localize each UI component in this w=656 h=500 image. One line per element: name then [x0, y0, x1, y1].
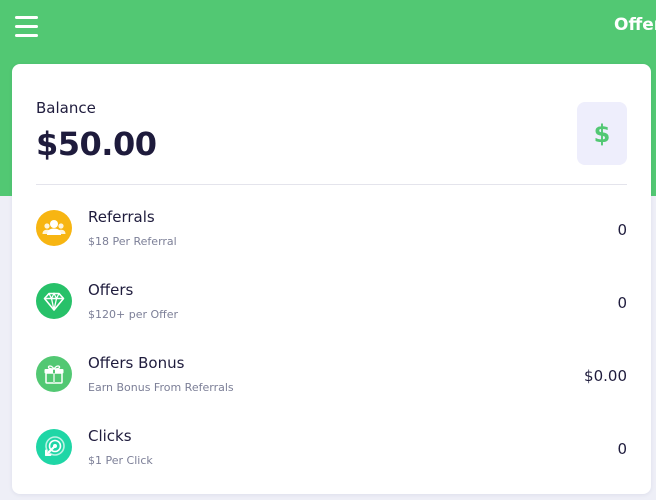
- diamond-icon: [36, 283, 72, 319]
- balance-card: Balance $50.00 $ Referrals $18 Per Refer…: [12, 64, 651, 494]
- row-title: Offers Bonus: [88, 354, 185, 372]
- gift-icon: [36, 356, 72, 392]
- target-click-icon: [36, 429, 72, 465]
- page-title: Offers: [614, 15, 656, 35]
- balance-amount: $50.00: [36, 125, 157, 163]
- row-subtitle: $120+ per Offer: [88, 308, 179, 321]
- row-subtitle: Earn Bonus From Referrals: [88, 381, 234, 394]
- row-value: 0: [617, 294, 627, 312]
- row-value: 0: [617, 440, 627, 458]
- hamburger-menu-icon[interactable]: [15, 16, 38, 38]
- users-icon: [36, 210, 72, 246]
- row-value: $0.00: [584, 367, 627, 385]
- stat-row-clicks[interactable]: Clicks $1 Per Click 0: [36, 427, 627, 485]
- stat-row-offers[interactable]: Offers $120+ per Offer 0: [36, 281, 627, 339]
- row-title: Offers: [88, 281, 134, 299]
- row-title: Clicks: [88, 427, 132, 445]
- row-title: Referrals: [88, 208, 155, 226]
- divider: [36, 184, 627, 185]
- row-subtitle: $1 Per Click: [88, 454, 153, 467]
- row-subtitle: $18 Per Referral: [88, 235, 177, 248]
- stat-row-referrals[interactable]: Referrals $18 Per Referral 0: [36, 208, 627, 266]
- balance-label: Balance: [36, 99, 96, 117]
- row-value: 0: [617, 221, 627, 239]
- stat-row-offers-bonus[interactable]: Offers Bonus Earn Bonus From Referrals $…: [36, 354, 627, 412]
- dollar-sign-icon: $: [577, 102, 627, 165]
